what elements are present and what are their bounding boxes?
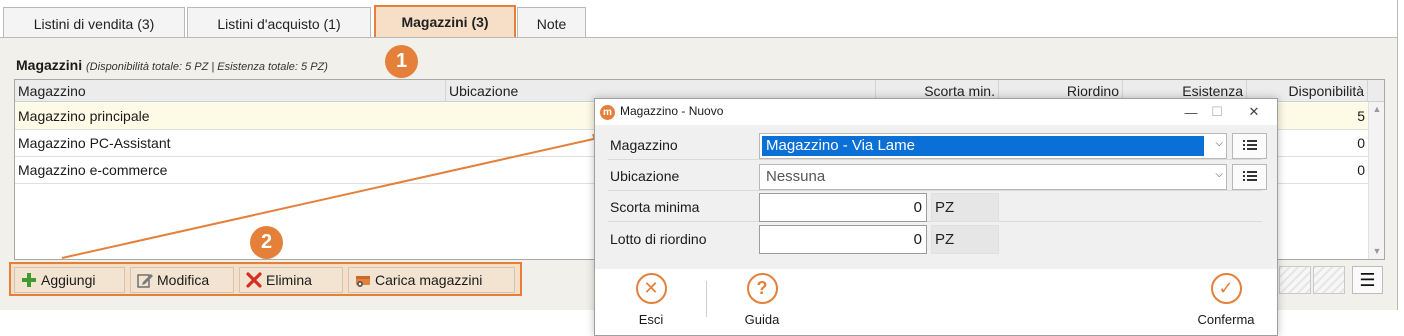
cell-magazzino: Magazzino PC-Assistant [18, 135, 171, 151]
add-button-label: Aggiungi [41, 272, 96, 288]
callout-2: 2 [250, 226, 283, 259]
magazzino-value: Magazzino - Via Lame [762, 136, 1204, 156]
confirm-button[interactable]: ✓ Conferma [1191, 273, 1261, 327]
scroll-up-icon[interactable]: ▲ [1369, 104, 1384, 114]
edit-button-label: Modifica [157, 272, 210, 288]
maximize-icon: ☐ [1211, 104, 1223, 119]
new-warehouse-dialog: m Magazzino - Nuovo — ☐ ✕ Magazzino Maga… [594, 98, 1278, 336]
delete-button[interactable]: Elimina [239, 267, 343, 293]
close-circle-icon: ✕ [635, 273, 667, 304]
exit-button-label: Esci [638, 312, 664, 327]
section-title: Magazzini [16, 57, 83, 73]
add-button[interactable]: Aggiungi [14, 267, 125, 293]
tab-bar: Listini di vendita (3) Listini d'acquist… [0, 0, 1404, 39]
list-icon [1242, 138, 1257, 154]
tab-listini-acquisto[interactable]: Listini d'acquisto (1) [187, 7, 371, 39]
panel-edge [1397, 0, 1398, 310]
dialog-titlebar[interactable]: m Magazzino - Nuovo — ☐ ✕ [595, 99, 1277, 125]
lotto-label: Lotto di riordino [610, 231, 707, 247]
section-subtitle: (Disponibilità totale: 5 PZ | Esistenza … [86, 61, 328, 73]
exit-button[interactable]: ✕ Esci [629, 273, 673, 327]
dialog-footer: ✕ Esci ? Guida ✓ Conferma [595, 269, 1277, 335]
field-row-ubicazione: Ubicazione Nessuna ⌵ [608, 161, 1267, 191]
ubicazione-value: Nessuna [766, 168, 826, 185]
check-icon: ✓ [1210, 273, 1242, 304]
delete-button-label: Elimina [266, 272, 312, 288]
tab-note[interactable]: Note [517, 7, 586, 39]
confirm-button-label: Conferma [1197, 312, 1255, 327]
scorta-input[interactable]: 0 [759, 193, 927, 222]
vertical-scrollbar[interactable]: ▲ ▼ [1368, 102, 1384, 259]
help-button[interactable]: ? Guida [739, 273, 785, 327]
delete-icon [245, 271, 263, 289]
field-row-scorta: Scorta minima 0 PZ [608, 192, 1262, 222]
lotto-input[interactable]: 0 [759, 225, 927, 254]
magazzino-select[interactable]: Magazzino - Via Lame ⌵ [759, 133, 1227, 159]
tab-label: Note [536, 15, 567, 32]
disabled-button [1279, 266, 1311, 294]
edit-icon [136, 271, 154, 289]
scorta-unit: PZ [931, 193, 999, 222]
help-button-label: Guida [744, 312, 780, 327]
ubicazione-select[interactable]: Nessuna ⌵ [759, 164, 1227, 190]
scroll-down-icon[interactable]: ▼ [1369, 246, 1384, 256]
tab-label: Listini d'acquisto (1) [217, 15, 341, 32]
tab-label: Magazzini (3) [401, 14, 489, 30]
close-icon[interactable]: ✕ [1242, 101, 1266, 123]
magazzino-label: Magazzino [610, 137, 678, 153]
section-heading: Magazzini (Disponibilità totale: 5 PZ | … [16, 57, 328, 73]
lotto-unit: PZ [931, 225, 999, 254]
load-warehouses-button[interactable]: Carica magazzini [348, 267, 515, 293]
load-warehouses-label: Carica magazzini [375, 272, 483, 288]
callout-1: 1 [385, 45, 418, 78]
dialog-body: Magazzino Magazzino - Via Lame ⌵ Ubicazi… [595, 125, 1277, 269]
field-row-lotto: Lotto di riordino 0 PZ [608, 224, 1262, 254]
dropdown-arrow-icon[interactable]: ⌵ [1215, 169, 1223, 180]
ubicazione-label: Ubicazione [610, 168, 680, 184]
cell-magazzino: Magazzino principale [18, 108, 150, 124]
help-icon: ? [746, 273, 778, 304]
dialog-title: Magazzino - Nuovo [620, 104, 724, 118]
field-row-magazzino: Magazzino Magazzino - Via Lame ⌵ [608, 130, 1267, 160]
minimize-icon[interactable]: — [1179, 101, 1203, 123]
plus-icon [20, 271, 38, 289]
tab-label: Listini di vendita (3) [33, 15, 155, 32]
scorta-label: Scorta minima [610, 199, 700, 215]
tab-listini-vendita[interactable]: Listini di vendita (3) [3, 7, 185, 39]
load-warehouse-icon [354, 271, 372, 289]
column-header-magazzino[interactable]: Magazzino [15, 80, 446, 102]
menu-button[interactable]: ☰ [1352, 266, 1383, 294]
disabled-button [1313, 266, 1345, 294]
tab-magazzini[interactable]: Magazzini (3) [374, 5, 516, 39]
app-logo-icon: m [600, 105, 615, 120]
edit-button[interactable]: Modifica [130, 267, 234, 293]
menu-icon: ☰ [1359, 269, 1376, 290]
cell-magazzino: Magazzino e-commerce [18, 162, 168, 178]
list-icon [1242, 169, 1257, 185]
grid-toolbar: Aggiungi Modifica Elimina Carica magazzi… [9, 262, 522, 296]
ubicazione-list-button[interactable] [1232, 164, 1267, 190]
dropdown-arrow-icon[interactable]: ⌵ [1215, 138, 1223, 149]
footer-divider [706, 281, 707, 317]
magazzino-list-button[interactable] [1232, 133, 1267, 159]
